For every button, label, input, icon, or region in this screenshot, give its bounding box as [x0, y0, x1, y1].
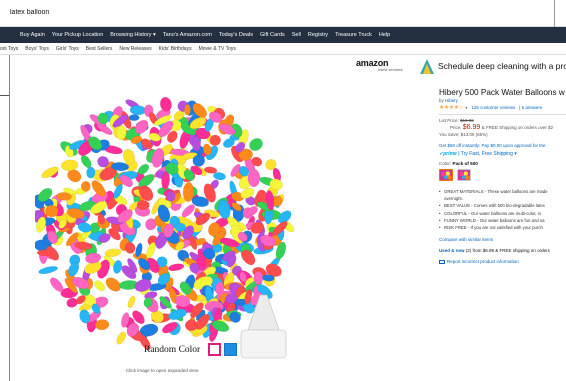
random-color-label: Random Color: [144, 345, 201, 355]
feature-bullet: GREAT MATERIALS - These water balloons a…: [439, 189, 566, 194]
feature-bullets: GREAT MATERIALS - These water balloons a…: [439, 189, 566, 230]
nav-registry[interactable]: Registry: [308, 32, 328, 38]
balloon: [247, 169, 261, 188]
balloon: [184, 104, 191, 116]
subnav-movie-tv-toys[interactable]: Movie & TV Toys: [199, 46, 236, 52]
color-option-pack-500[interactable]: [439, 169, 453, 181]
shipping-text: & FREE Shipping on orders over $2: [481, 125, 554, 130]
ad-text: Schedule deep cleaning with a pro: [438, 61, 566, 71]
list-price-row: List Price: $19.99: [439, 118, 566, 123]
search-bar: [0, 0, 566, 27]
subnav-boys-toys[interactable]: Boys' Toys: [25, 46, 49, 52]
ad-banner[interactable]: amazon home services Schedule deep clean…: [356, 55, 566, 75]
nav-buy-again[interactable]: Buy Again: [20, 32, 45, 38]
prime-trial-link[interactable]: | Try Fast, Free Shipping ▾: [458, 151, 517, 157]
prime-logo-icon: ✓prime: [439, 151, 457, 157]
search-input[interactable]: [10, 9, 310, 16]
ad-logo-sub: home services: [378, 68, 403, 72]
subnav-girls-toys[interactable]: Girls' Toys: [56, 46, 79, 52]
subnav-kids-birthdays[interactable]: Kids' Birthdays: [159, 46, 192, 52]
savings-value: $13.00 (65%): [460, 132, 488, 137]
balloon: [94, 280, 105, 292]
main-nav: Buy Again Your Pickup Location Browsing …: [0, 27, 566, 43]
balloon: [127, 295, 136, 309]
list-price-label: List Price:: [439, 118, 459, 123]
left-tick: [0, 95, 9, 96]
nav-help[interactable]: Help: [379, 32, 390, 38]
card-promo-link[interactable]: Get $60 off instantly: Pay $0.00 upon ap…: [439, 143, 566, 148]
balloon: [104, 248, 122, 257]
used-new-row: Used & new (2) from $6.99 & FREE shippin…: [439, 248, 566, 253]
compare-similar-link[interactable]: Compare with similar items: [439, 237, 566, 242]
nav-treasure-truck[interactable]: Treasure Truck: [335, 32, 372, 38]
reviews-link[interactable]: 126 customer reviews: [471, 105, 515, 110]
nav-gift-cards[interactable]: Gift Cards: [260, 32, 285, 38]
divider: [439, 114, 566, 115]
feature-bullet: BEST VALUE - Comes with 500 bio-degradab…: [439, 203, 566, 208]
feature-bullet: COLORFUL - Our water balloons are multi-…: [439, 211, 566, 216]
report-icon: [439, 259, 445, 264]
nav-pickup-location[interactable]: Your Pickup Location: [52, 32, 103, 38]
color-swatch-blue: [224, 343, 237, 356]
used-new-link[interactable]: Used & new: [439, 248, 465, 253]
balloon: [136, 200, 150, 211]
color-swatch-pink: [208, 343, 221, 356]
list-price: $19.99: [460, 118, 474, 123]
nav-sell[interactable]: Sell: [292, 32, 301, 38]
brand-link[interactable]: Hibery: [445, 98, 458, 103]
search-bar-edge: [554, 0, 566, 27]
answered-questions-link[interactable]: | 6 answere: [519, 105, 542, 110]
color-selector-label: Color: Pack of 500: [439, 161, 566, 166]
star-rating-icon[interactable]: ★★★★☆: [439, 104, 464, 111]
price-label: Price:: [450, 125, 462, 130]
subnav-best-sellers[interactable]: Best Sellers: [86, 46, 113, 52]
subnav-school-toys[interactable]: ool Toys: [0, 46, 18, 52]
color-value: Pack of 500: [452, 161, 478, 166]
product-title: Hibery 500 Pack Water Balloons w: [439, 88, 565, 97]
product-byline: by Hibery: [439, 98, 566, 103]
chevron-down-icon[interactable]: ▾: [465, 105, 467, 110]
balloon: [213, 172, 226, 181]
rating-row: ★★★★☆ ▾ 126 customer reviews | 6 answere: [439, 104, 566, 111]
product-info: Hibery 500 Pack Water Balloons w by Hibe…: [439, 88, 566, 264]
balloon: [129, 105, 146, 116]
price-value: $6.99: [462, 124, 481, 131]
used-new-text: (2) from $6.99 & FREE shipping on orders: [465, 247, 550, 253]
color-thumbnails: [439, 169, 566, 181]
price-row: Price: $6.99 & FREE Shipping on orders o…: [439, 124, 566, 131]
balloon: [168, 263, 185, 272]
ad-mark-icon: [420, 59, 434, 74]
balloon: [38, 266, 58, 275]
balloon: [95, 319, 110, 331]
balloon: [116, 331, 126, 345]
report-info-text: Report incorrect product information: [447, 258, 519, 264]
ad-logo: amazon: [356, 58, 389, 68]
balloon: [128, 114, 140, 121]
feature-bullet-continued: overnight.: [444, 196, 463, 202]
savings-row: You Save: $13.00 (65%): [439, 132, 566, 137]
nav-my-amazon[interactable]: Tano's Amazon.com: [163, 32, 212, 38]
byline-prefix: by: [439, 98, 444, 103]
category-subnav: ool Toys Boys' Toys Girls' Toys Best Sel…: [0, 43, 566, 55]
nav-todays-deals[interactable]: Today's Deals: [219, 32, 253, 38]
balloon: [61, 159, 79, 172]
savings-label: You Save:: [439, 132, 460, 137]
color-option-alt[interactable]: [457, 169, 471, 181]
left-divider: [9, 55, 10, 381]
balloon: [253, 271, 264, 286]
feature-bullet: RISK FREE - If you are not satisfied wit…: [439, 225, 566, 230]
balloon: [185, 319, 198, 332]
nav-browsing-history[interactable]: Browsing History ▾: [110, 32, 156, 38]
product-image[interactable]: [35, 95, 303, 365]
prime-row: ✓prime | Try Fast, Free Shipping ▾: [439, 151, 566, 157]
subnav-new-releases[interactable]: New Releases: [119, 46, 151, 52]
report-info-link[interactable]: Report incorrect product information: [439, 259, 566, 264]
color-label: Color:: [439, 161, 452, 166]
expand-image-caption[interactable]: Click image to open expanded view: [126, 368, 198, 373]
feature-bullet: FUNNY WORLD - Our water balloons are fun…: [439, 218, 566, 223]
